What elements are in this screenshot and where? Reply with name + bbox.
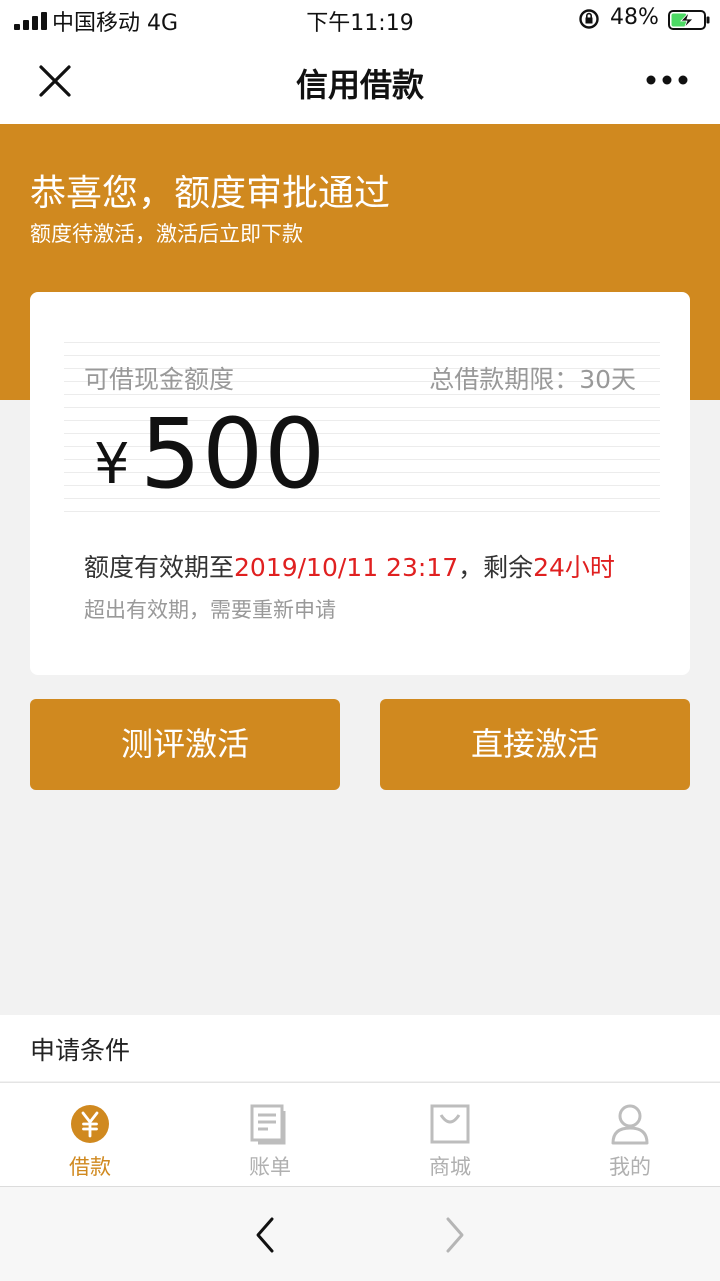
validity-separator: ，剩余: [458, 553, 534, 582]
tab-label-bill: 账单: [249, 1155, 291, 1179]
tab-loan[interactable]: 借款: [0, 1083, 180, 1187]
bill-icon: [250, 1104, 286, 1145]
loan-term: 总借款期限：30天: [429, 365, 636, 394]
browser-toolbar: [0, 1186, 720, 1281]
validity-remaining: 24小时: [533, 553, 615, 582]
validity-date: 2019/10/11 23:17: [234, 553, 459, 582]
tab-label-mall: 商城: [429, 1155, 471, 1179]
tab-bar: 借款 账单 商城 我的: [0, 1082, 720, 1187]
approval-title: 恭喜您，额度审批通过: [30, 173, 391, 214]
validity-note: 超出有效期，需要重新申请: [84, 598, 336, 622]
nav-bar: 信用借款: [0, 40, 720, 124]
tab-bill[interactable]: 账单: [180, 1083, 360, 1187]
tab-label-loan: 借款: [69, 1155, 111, 1179]
shopping-bag-icon: [430, 1104, 470, 1144]
evaluate-activate-button[interactable]: 测评激活: [30, 699, 340, 790]
approval-subtitle: 额度待激活，激活后立即下款: [30, 222, 303, 246]
tab-mine[interactable]: 我的: [540, 1083, 720, 1187]
direct-activate-button[interactable]: 直接激活: [380, 699, 690, 790]
status-bar: 中国移动 4G 下午11:19 48%: [0, 0, 720, 40]
forward-arrow-icon[interactable]: [440, 1215, 470, 1255]
credit-limit-label: 可借现金额度: [84, 365, 235, 394]
tab-label-mine: 我的: [609, 1155, 651, 1179]
more-icon[interactable]: [644, 70, 690, 90]
rotation-lock-icon: [579, 9, 599, 29]
user-icon: [611, 1104, 649, 1145]
validity-text: 额度有效期至2019/10/11 23:17，剩余24小时: [84, 548, 615, 584]
credit-amount: 500: [140, 398, 327, 510]
back-arrow-icon[interactable]: [250, 1215, 280, 1255]
battery-percent: 48%: [610, 5, 659, 30]
application-conditions-section[interactable]: 申请条件: [0, 1015, 720, 1081]
conditions-title: 申请条件: [30, 1036, 131, 1065]
battery-charging-icon: [668, 10, 710, 30]
page-title: 信用借款: [295, 66, 424, 104]
credit-limit-card: 可借现金额度 总借款期限：30天 ¥ 500 额度有效期至2019/10/11 …: [30, 292, 690, 675]
validity-prefix: 额度有效期至: [84, 553, 235, 582]
currency-symbol: ¥: [94, 432, 130, 497]
tab-mall[interactable]: 商城: [360, 1083, 540, 1187]
yen-circle-icon: [71, 1105, 109, 1143]
